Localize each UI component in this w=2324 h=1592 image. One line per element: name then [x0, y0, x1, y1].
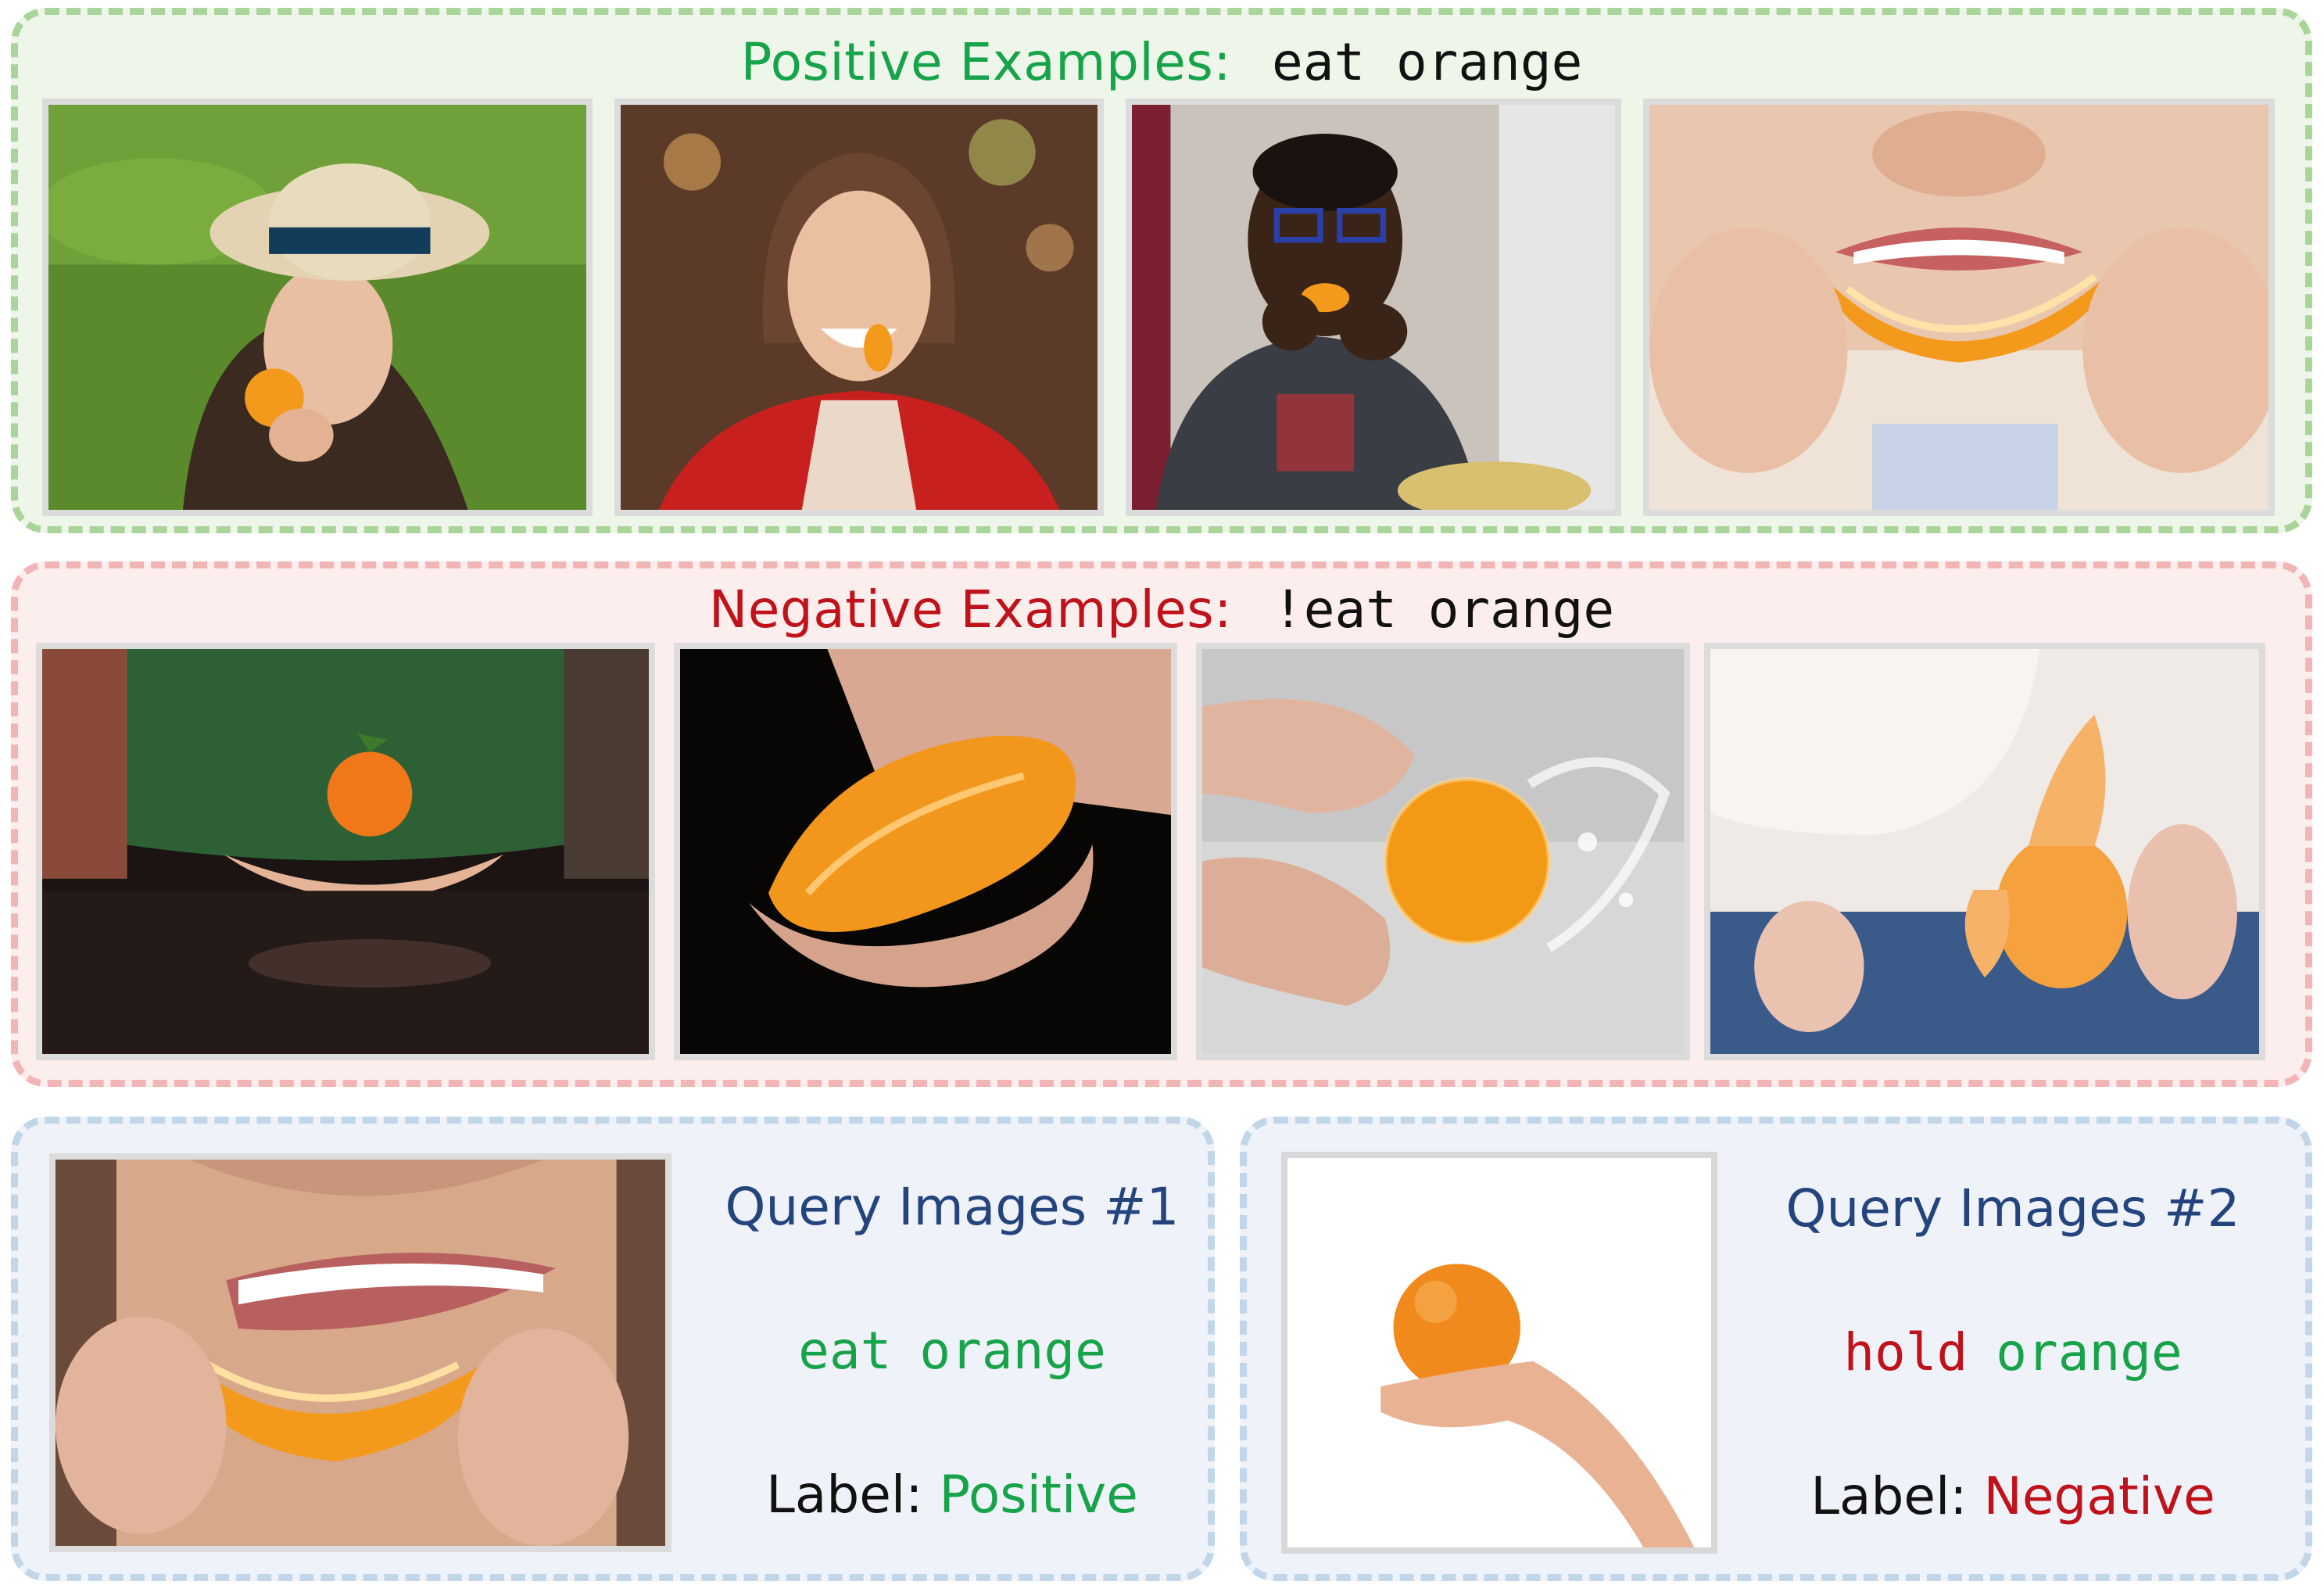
query-2-label-prefix: Label:: [1810, 1466, 1968, 1526]
positive-header: Positive Examples: eat orange: [18, 37, 2305, 88]
negative-verb: !eat orange: [1273, 579, 1615, 640]
query-1-title: Query Images #1: [725, 1177, 1180, 1237]
query-2-noun: orange: [1996, 1322, 2183, 1382]
boy-with-glasses-eating-orange-photo: [1126, 99, 1621, 516]
query-2-label-value: Negative: [1983, 1466, 2215, 1526]
query-2-action: hold orange: [1747, 1322, 2279, 1382]
query-1-verb: eat: [798, 1321, 892, 1381]
query-2-panel: Query Images #2 hold orange Label: Negati…: [1240, 1117, 2312, 1581]
query-1-panel: Query Images #1 eat orange Label: Positiv…: [11, 1117, 1215, 1581]
positive-label: Positive Examples:: [740, 32, 1231, 92]
smiling-mouth-biting-orange-photo: [49, 1153, 671, 1552]
query-1-action: eat orange: [706, 1321, 1198, 1381]
hand-holding-orange-photo: [1281, 1152, 1717, 1554]
mouth-biting-orange-wedge-photo: [1643, 99, 2275, 516]
hands-washing-orange-photo: [1196, 643, 1690, 1060]
negative-label: Negative Examples:: [708, 579, 1233, 640]
hands-peeling-orange-photo: [1704, 643, 2265, 1060]
query-2-verb: hold: [1843, 1322, 1968, 1382]
woman-in-hat-eating-orange-photo: [42, 99, 593, 516]
query-2-title: Query Images #2: [1785, 1178, 2240, 1239]
positive-verb: eat orange: [1272, 32, 1583, 92]
query-1-label: Label: Positive: [706, 1465, 1198, 1525]
woman-eating-orange-slice-photo: [614, 99, 1104, 516]
query-1-label-value: Positive: [939, 1465, 1138, 1525]
negative-header: Negative Examples: !eat orange: [18, 584, 2305, 636]
hands-holding-orange-photo: [36, 643, 655, 1060]
query-1-noun: orange: [919, 1321, 1106, 1381]
hand-squeezing-orange-photo: [674, 643, 1177, 1060]
query-1-label-prefix: Label:: [766, 1465, 923, 1525]
query-2-label: Label: Negative: [1747, 1466, 2279, 1526]
